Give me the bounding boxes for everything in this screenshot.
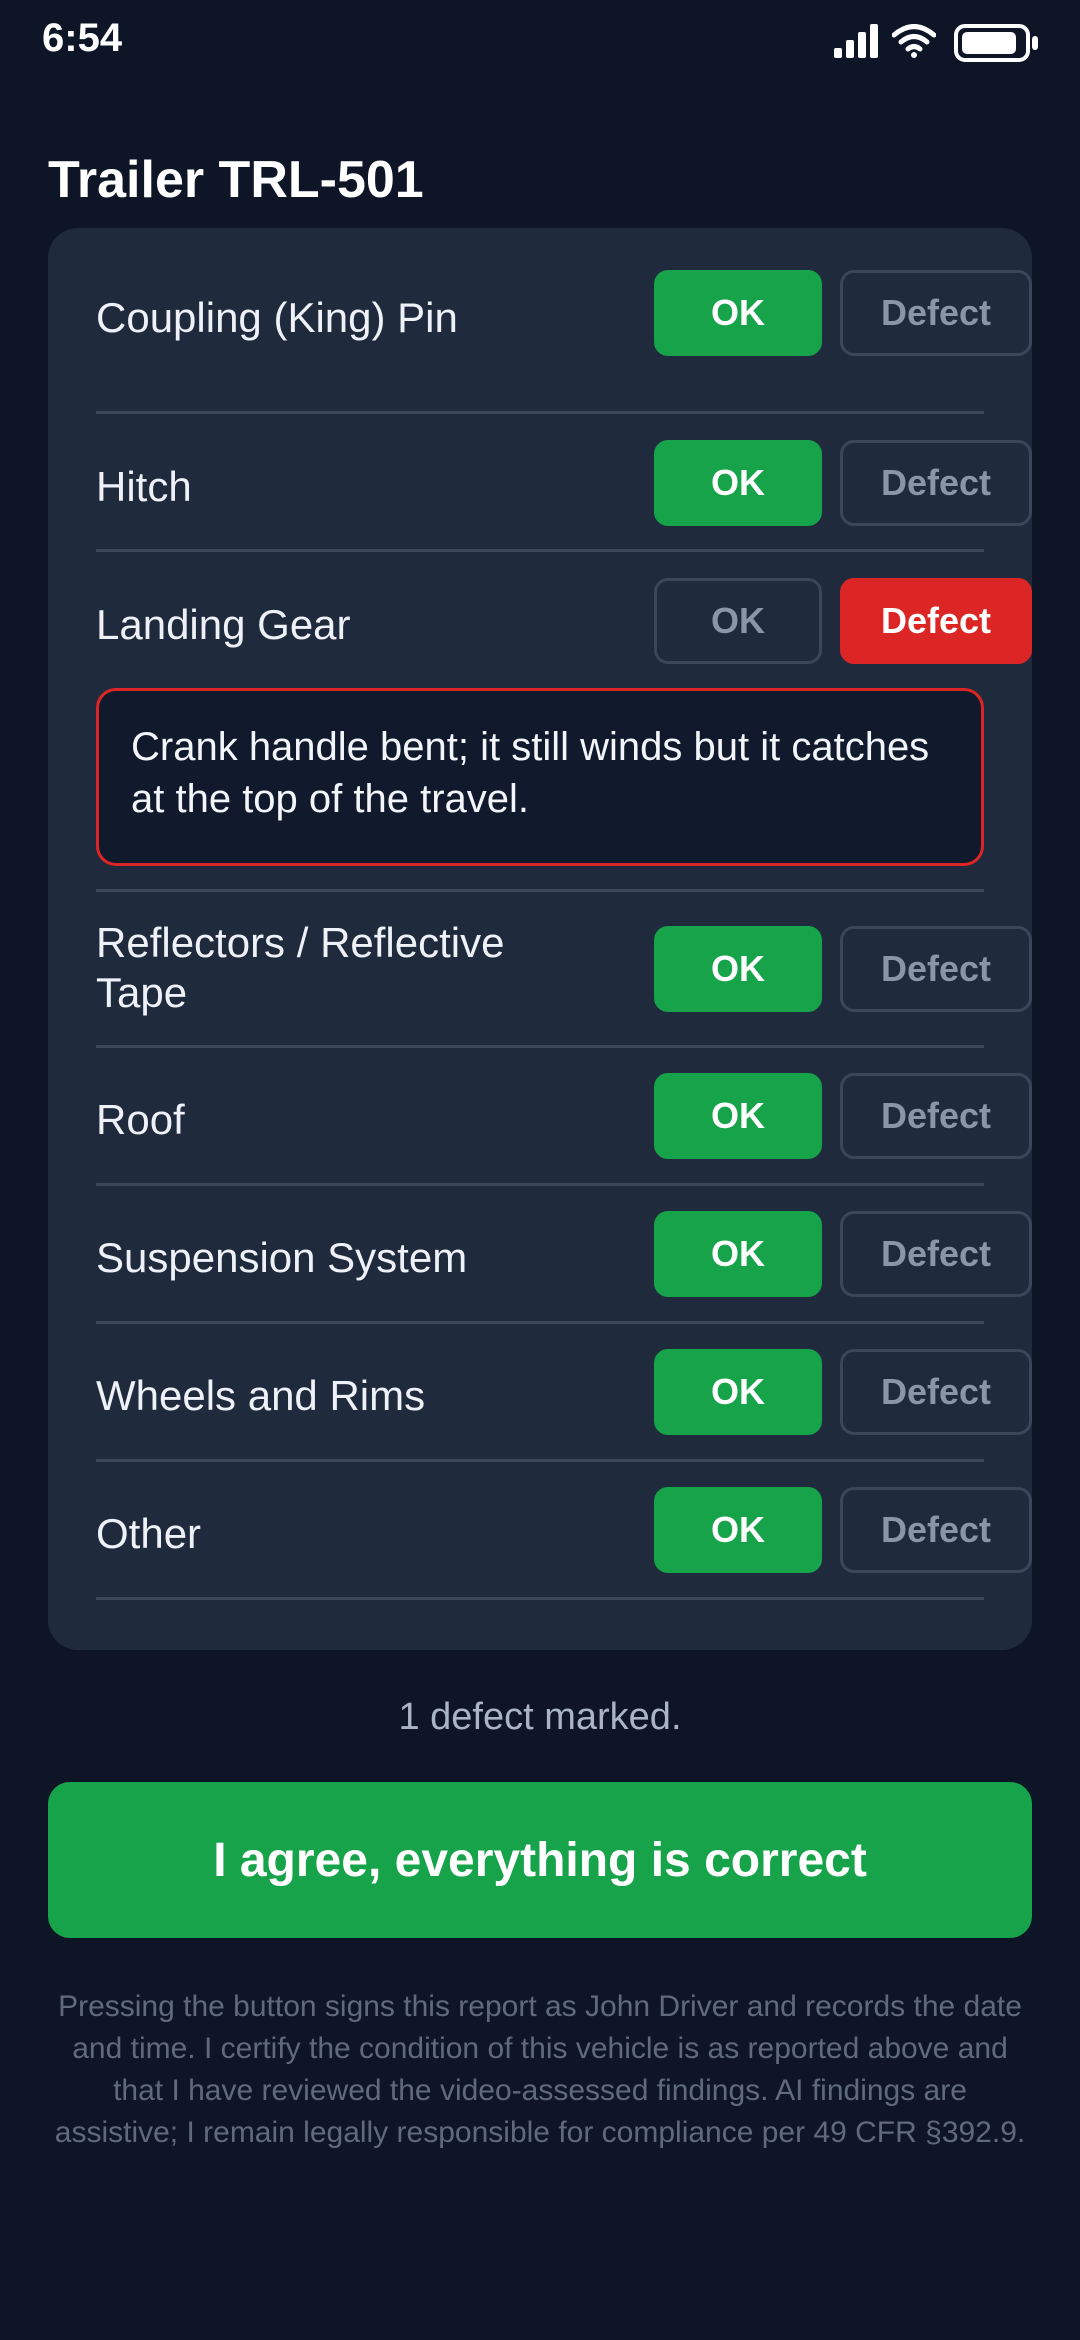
checklist-item-label: Roof bbox=[96, 1096, 185, 1143]
ok-button[interactable]: OK bbox=[654, 440, 822, 526]
page-title: Trailer TRL-501 bbox=[48, 151, 424, 209]
status-bar: 6:54 bbox=[0, 0, 1080, 80]
checklist-item-label: Landing Gear bbox=[96, 601, 351, 648]
checklist-row-hitch: Hitch OK Defect bbox=[96, 414, 1032, 552]
defect-button[interactable]: Defect bbox=[840, 1349, 1032, 1435]
inspection-checklist-card: Coupling (King) Pin OK Defect Hitch OK D… bbox=[48, 228, 1032, 1650]
defect-button[interactable]: Defect bbox=[840, 270, 1032, 356]
checklist-item-label: Wheels and Rims bbox=[96, 1372, 426, 1419]
ok-button[interactable]: OK bbox=[654, 1211, 822, 1297]
checklist-item-label: Coupling (King) Pin bbox=[96, 294, 458, 341]
legal-disclaimer: Pressing the button signs this report as… bbox=[54, 1990, 1026, 2149]
ok-button[interactable]: OK bbox=[654, 270, 822, 356]
checklist-item-label: Suspension System bbox=[96, 1234, 468, 1281]
checklist-row-other: Other OK Defect bbox=[96, 1462, 1032, 1600]
defect-button[interactable]: Defect bbox=[840, 926, 1032, 1012]
ok-button[interactable]: OK bbox=[654, 1349, 822, 1435]
defect-button[interactable]: Defect bbox=[840, 1487, 1032, 1573]
ok-button[interactable]: OK bbox=[654, 1073, 822, 1159]
ok-button[interactable]: OK bbox=[654, 926, 822, 1012]
defect-button[interactable]: Defect bbox=[840, 440, 1032, 526]
checklist-row-roof: Roof OK Defect bbox=[96, 1048, 1032, 1186]
defect-summary: 1 defect marked. bbox=[398, 1696, 682, 1738]
cellular-signal-icon bbox=[834, 24, 878, 58]
defect-button[interactable]: Defect bbox=[840, 578, 1032, 664]
checklist-row-reflectors: Reflectors / Reflective Tape OK Defect bbox=[96, 892, 1032, 1048]
ok-button[interactable]: OK bbox=[654, 578, 822, 664]
agree-button[interactable]: I agree, everything is correct bbox=[48, 1782, 1032, 1938]
status-time: 6:54 bbox=[42, 16, 123, 60]
ok-button[interactable]: OK bbox=[654, 1487, 822, 1573]
checklist-item-label: Hitch bbox=[96, 463, 192, 510]
defect-button[interactable]: Defect bbox=[840, 1211, 1032, 1297]
checklist-row-coupling-pin: Coupling (King) Pin OK Defect bbox=[96, 270, 1032, 414]
checklist-item-label: Other bbox=[96, 1510, 202, 1557]
battery-icon bbox=[954, 24, 1038, 62]
wifi-icon bbox=[892, 24, 936, 58]
checklist-row-suspension: Suspension System OK Defect bbox=[96, 1186, 1032, 1324]
checklist-row-wheels: Wheels and Rims OK Defect bbox=[96, 1324, 1032, 1462]
defect-note-field[interactable]: Crank handle bent; it still winds but it… bbox=[96, 688, 984, 866]
checklist-item-label: Reflectors / Reflective Tape bbox=[96, 919, 505, 1016]
defect-button[interactable]: Defect bbox=[840, 1073, 1032, 1159]
